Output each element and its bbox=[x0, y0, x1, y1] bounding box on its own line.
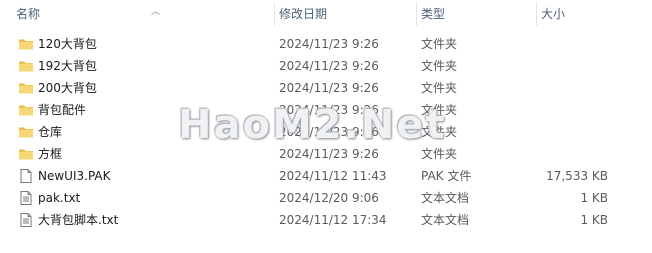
file-name: 仓库 bbox=[38, 125, 63, 139]
folder-icon bbox=[18, 58, 34, 74]
file-modified: 2024/11/23 9:26 bbox=[279, 37, 379, 51]
file-name: 背包配件 bbox=[38, 103, 87, 117]
file-modified: 2024/12/20 9:06 bbox=[279, 191, 379, 205]
column-size-header[interactable]: 大小 bbox=[535, 0, 566, 28]
sort-up-icon: ︿ bbox=[151, 7, 161, 17]
column-type-header[interactable]: 类型 bbox=[415, 0, 446, 28]
column-modified-label: 修改日期 bbox=[279, 7, 328, 21]
file-row[interactable]: NewUI3.PAK 2024/11/12 11:43 PAK 文件 17,53… bbox=[0, 165, 652, 187]
file-type: 文件夹 bbox=[421, 103, 458, 117]
file-row[interactable]: 192大背包 2024/11/23 9:26 文件夹 bbox=[0, 55, 652, 77]
file-row[interactable]: pak.txt 2024/12/20 9:06 文本文档 1 KB bbox=[0, 187, 652, 209]
folder-icon bbox=[18, 146, 34, 162]
text-file-icon bbox=[18, 190, 34, 206]
file-modified: 2024/11/23 9:26 bbox=[279, 125, 379, 139]
file-size: 1 KB bbox=[580, 191, 608, 205]
file-name: pak.txt bbox=[38, 191, 81, 205]
file-type: 文本文档 bbox=[421, 213, 470, 227]
file-type: 文件夹 bbox=[421, 37, 458, 51]
column-name-label: 名称 bbox=[16, 7, 41, 21]
file-size: 17,533 KB bbox=[546, 169, 608, 183]
text-file-icon bbox=[18, 212, 34, 228]
file-name: 120大背包 bbox=[38, 37, 97, 51]
file-modified: 2024/11/23 9:26 bbox=[279, 59, 379, 73]
file-row[interactable]: 大背包脚本.txt 2024/11/12 17:34 文本文档 1 KB bbox=[0, 209, 652, 231]
file-modified: 2024/11/23 9:26 bbox=[279, 103, 379, 117]
file-name: NewUI3.PAK bbox=[38, 169, 111, 183]
column-modified-header[interactable]: 修改日期 bbox=[273, 0, 328, 28]
column-size-label: 大小 bbox=[541, 7, 566, 21]
file-name: 大背包脚本.txt bbox=[38, 213, 119, 227]
file-modified: 2024/11/12 17:34 bbox=[279, 213, 387, 227]
file-size: 1 KB bbox=[580, 213, 608, 227]
file-icon bbox=[18, 168, 34, 184]
file-modified: 2024/11/23 9:26 bbox=[279, 147, 379, 161]
file-row[interactable]: 仓库 2024/11/23 9:26 文件夹 bbox=[0, 121, 652, 143]
folder-icon bbox=[18, 36, 34, 52]
file-type: 文件夹 bbox=[421, 81, 458, 95]
file-name: 200大背包 bbox=[38, 81, 97, 95]
file-type: 文本文档 bbox=[421, 191, 470, 205]
file-modified: 2024/11/23 9:26 bbox=[279, 81, 379, 95]
file-row[interactable]: 120大背包 2024/11/23 9:26 文件夹 bbox=[0, 33, 652, 55]
file-type: PAK 文件 bbox=[421, 169, 472, 183]
column-type-label: 类型 bbox=[421, 7, 446, 21]
column-header: 名称 ︿ 修改日期 类型 大小 bbox=[0, 0, 652, 28]
file-type: 文件夹 bbox=[421, 147, 458, 161]
file-type: 文件夹 bbox=[421, 59, 458, 73]
column-name-header[interactable]: 名称 ︿ bbox=[16, 0, 160, 28]
file-modified: 2024/11/12 11:43 bbox=[279, 169, 387, 183]
file-name: 方框 bbox=[38, 147, 63, 161]
file-name: 192大背包 bbox=[38, 59, 97, 73]
folder-icon bbox=[18, 80, 34, 96]
file-type: 文件夹 bbox=[421, 125, 458, 139]
file-row[interactable]: 背包配件 2024/11/23 9:26 文件夹 bbox=[0, 99, 652, 121]
folder-icon bbox=[18, 124, 34, 140]
file-row[interactable]: 200大背包 2024/11/23 9:26 文件夹 bbox=[0, 77, 652, 99]
file-row[interactable]: 方框 2024/11/23 9:26 文件夹 bbox=[0, 143, 652, 165]
folder-icon bbox=[18, 102, 34, 118]
